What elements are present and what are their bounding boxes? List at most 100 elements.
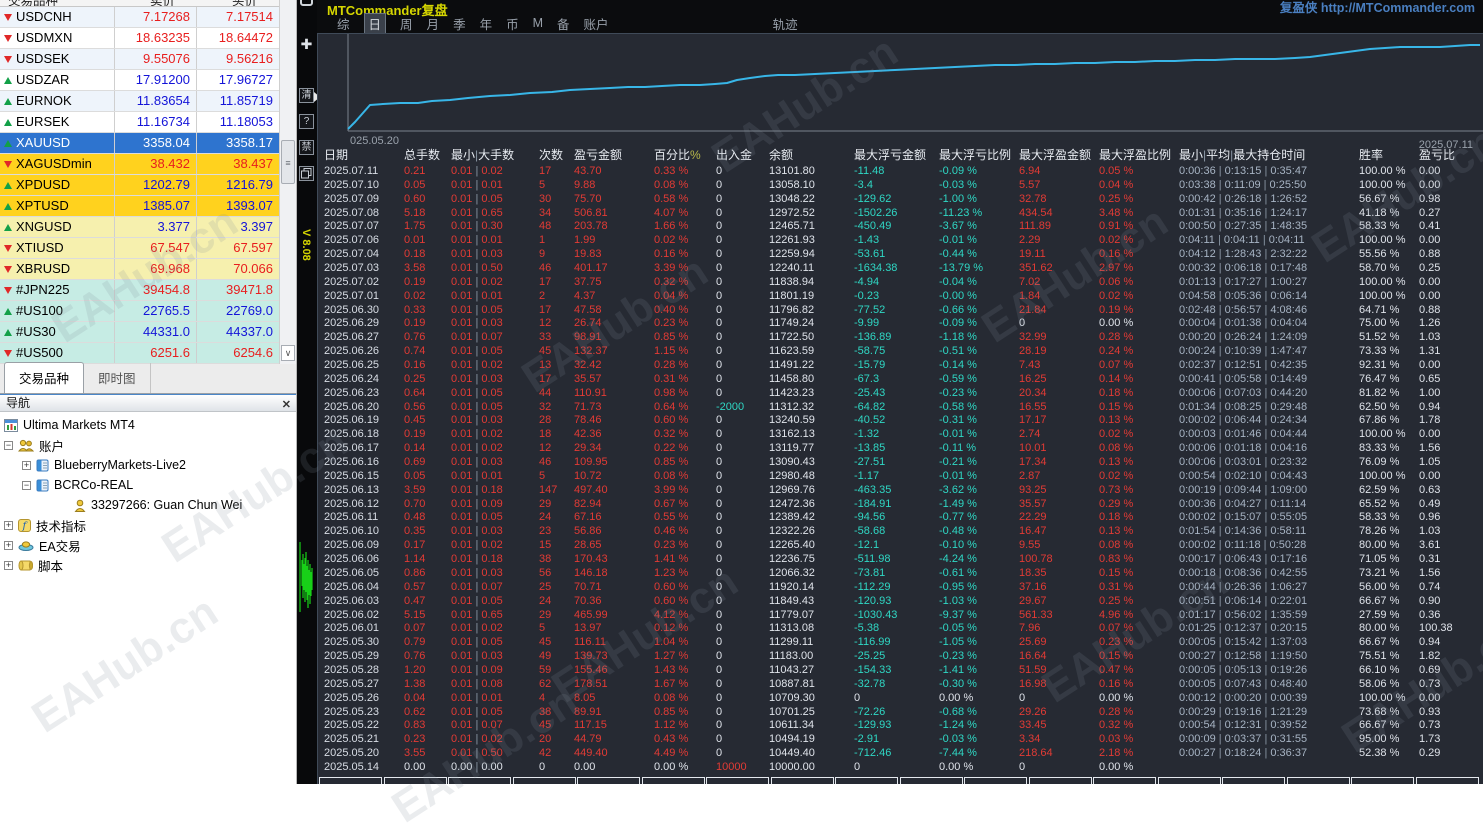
table-row[interactable]: 2025.05.30 0.79 0.01 | 0.05 45 116.11 1.04 % 0… (318, 636, 1482, 650)
market-row-XTIUSD[interactable]: XTIUSD 67.547 67.597 (0, 238, 280, 259)
table-row[interactable]: 2025.06.19 0.45 0.01 | 0.03 28 78.46 0.60 % 0 1… (318, 414, 1482, 428)
table-row[interactable]: 2025.07.01 0.02 0.01 | 0.01 2 4.37 0.04 % 0 118… (318, 290, 1482, 304)
market-row-XAGUSDmin[interactable]: XAGUSDmin 38.432 38.437 (0, 154, 280, 175)
market-row-#US30[interactable]: #US30 44331.0 44337.0 (0, 322, 280, 343)
market-row-#US500[interactable]: #US500 6251.6 6254.6 (0, 343, 280, 364)
window-icon[interactable] (300, 0, 313, 6)
table-row[interactable]: 2025.06.13 3.59 0.01 | 0.18 147 497.40 3.99 %… (318, 484, 1482, 498)
table-row[interactable]: 2025.07.02 0.19 0.01 | 0.02 17 37.75 0.32 % 0 1… (318, 276, 1482, 290)
expand-icon[interactable]: + (4, 520, 13, 530)
table-row[interactable]: 2025.07.06 0.01 0.01 | 0.01 1 1.99 0.02 % 0 122… (318, 234, 1482, 248)
market-row-USDZAR[interactable]: USDZAR 17.91200 17.96727 (0, 70, 280, 91)
tool-周[interactable]: 周 (400, 14, 413, 33)
collapse-icon[interactable]: − (22, 480, 31, 490)
table-row[interactable]: 2025.05.20 3.55 0.01 | 0.50 42 449.40 4.49 % 0… (318, 747, 1482, 761)
close-icon[interactable]: ✕ (282, 397, 291, 414)
market-row-USDSEK[interactable]: USDSEK 9.55076 9.56216 (0, 49, 280, 70)
tree-item-33297266: Guan Chun Wei[interactable]: 33297266: Guan Chun Wei (0, 495, 296, 515)
table-row[interactable]: 2025.06.29 0.19 0.01 | 0.03 12 26.74 0.23 % 0 1… (318, 317, 1482, 331)
table-row[interactable]: 2025.06.10 0.35 0.01 | 0.03 23 56.86 0.46 % 0 1… (318, 525, 1482, 539)
table-row[interactable]: 2025.06.26 0.74 0.01 | 0.05 45 132.37 1.15 % 0… (318, 345, 1482, 359)
table-row[interactable]: 2025.05.23 0.62 0.01 | 0.05 38 89.91 0.85 % 0 1… (318, 706, 1482, 720)
table-row[interactable]: 2025.06.05 0.86 0.01 | 0.03 56 146.18 1.23 % 0… (318, 567, 1482, 581)
tree-item-BlueberryMarkets-Live2[interactable]: + BlueberryMarkets-Live2 (0, 455, 296, 475)
table-row[interactable]: 2025.06.01 0.07 0.01 | 0.02 5 13.97 0.12 % 0 11… (318, 622, 1482, 636)
help-button[interactable]: ? (299, 114, 314, 129)
market-row-EURNOK[interactable]: EURNOK 11.83654 11.85719 (0, 91, 280, 112)
table-row[interactable]: 2025.07.11 0.21 0.01 | 0.02 17 43.70 0.33 % 0 1… (318, 165, 1482, 179)
scrollbar-thumb[interactable]: ≡ (281, 140, 295, 184)
expand-icon[interactable]: + (4, 560, 13, 570)
tool-季[interactable]: 季 (453, 14, 466, 33)
navigator-header[interactable]: 导航 ✕ (0, 394, 296, 412)
table-row[interactable]: 2025.06.09 0.17 0.01 | 0.02 15 28.65 0.23 % 0 1… (318, 539, 1482, 553)
market-row-#JPN225[interactable]: #JPN225 39454.8 39471.8 (0, 280, 280, 301)
clear-button[interactable]: 清 (299, 88, 314, 103)
tool-年[interactable]: 年 (480, 14, 493, 33)
tool-M[interactable]: M (533, 16, 543, 30)
market-row-XNGUSD[interactable]: XNGUSD 3.377 3.397 (0, 217, 280, 238)
table-row[interactable]: 2025.06.17 0.14 0.01 | 0.02 12 29.34 0.22 % 0 1… (318, 442, 1482, 456)
market-row-XPDUSD[interactable]: XPDUSD 1202.79 1216.79 (0, 175, 280, 196)
table-row[interactable]: 2025.07.08 5.18 0.01 | 0.65 34 506.81 4.07 % 0… (318, 207, 1482, 221)
table-row[interactable]: 2025.07.04 0.18 0.01 | 0.03 9 19.83 0.16 % 0 12… (318, 248, 1482, 262)
market-row-USDCNH[interactable]: USDCNH 7.17268 7.17514 (0, 7, 280, 28)
table-row[interactable]: 2025.05.29 0.76 0.01 | 0.03 49 139.73 1.27 % 0… (318, 650, 1482, 664)
tree-item-EA交易[interactable]: + EA交易 (0, 535, 296, 555)
table-row[interactable]: 2025.07.09 0.60 0.01 | 0.05 30 75.70 0.58 % 0 1… (318, 193, 1482, 207)
tool-轨迹[interactable]: 轨迹 (773, 14, 798, 33)
tool-月[interactable]: 月 (427, 14, 440, 33)
collapse-icon[interactable]: − (4, 440, 13, 450)
table-row[interactable]: 2025.06.03 0.47 0.01 | 0.05 24 70.36 0.60 % 0 1… (318, 595, 1482, 609)
table-row[interactable]: 2025.05.22 0.83 0.01 | 0.07 45 117.15 1.12 % 0… (318, 719, 1482, 733)
table-row[interactable]: 2025.06.25 0.16 0.01 | 0.02 13 32.42 0.28 % 0 1… (318, 359, 1482, 373)
table-row[interactable]: 2025.06.24 0.25 0.01 | 0.03 17 35.57 0.31 % 0 1… (318, 373, 1482, 387)
market-row-XAUUSD[interactable]: XAUUSD 3358.04 3358.17 (0, 133, 280, 154)
tree-item-BCRCo-REAL[interactable]: − BCRCo-REAL (0, 475, 296, 495)
scrollbar-down-button[interactable]: ∨ (281, 345, 295, 361)
table-row[interactable]: 2025.06.27 0.76 0.01 | 0.07 33 98.91 0.85 % 0 1… (318, 331, 1482, 345)
table-row[interactable]: 2025.07.03 3.58 0.01 | 0.50 46 401.17 3.39 % 0… (318, 262, 1482, 276)
table-row[interactable]: 2025.06.11 0.48 0.01 | 0.05 24 67.16 0.55 % 0 1… (318, 511, 1482, 525)
tool-日[interactable]: 日 (363, 12, 387, 34)
table-row[interactable]: 2025.06.18 0.19 0.01 | 0.02 18 42.36 0.32 % 0 1… (318, 428, 1482, 442)
tool-综[interactable]: 综 (337, 14, 350, 33)
move-tool[interactable]: ✚ (299, 37, 314, 53)
market-row-USDMXN[interactable]: USDMXN 18.63235 18.64472 (0, 28, 280, 49)
expand-icon[interactable]: + (4, 540, 13, 550)
market-row-#US100[interactable]: #US100 22765.5 22769.0 (0, 301, 280, 322)
restore-button[interactable] (299, 166, 314, 181)
table-row[interactable]: 2025.05.21 0.23 0.01 | 0.02 20 44.79 0.43 % 0 1… (318, 733, 1482, 747)
disable-button[interactable]: 禁 (299, 140, 314, 155)
table-row[interactable]: 2025.05.28 1.20 0.01 | 0.09 59 155.46 1.43 % 0… (318, 664, 1482, 678)
tool-币[interactable]: 币 (506, 14, 519, 33)
market-row-XPTUSD[interactable]: XPTUSD 1385.07 1393.07 (0, 196, 280, 217)
market-watch-scrollbar[interactable]: ≡ ∨ (279, 0, 296, 364)
tree-item-账户[interactable]: − 账户 (0, 435, 296, 455)
tab-交易品种[interactable]: 交易品种 (4, 362, 85, 393)
tree-item-脚本[interactable]: + 脚本 (0, 555, 296, 575)
table-row[interactable]: 2025.07.07 1.75 0.01 | 0.30 48 203.78 1.66 % 0… (318, 220, 1482, 234)
table-row[interactable]: 2025.06.02 5.15 0.01 | 0.65 29 465.99 4.12 % 0… (318, 609, 1482, 623)
market-row-EURSEK[interactable]: EURSEK 11.16734 11.18053 (0, 112, 280, 133)
table-row[interactable]: 2025.06.15 0.05 0.01 | 0.01 5 10.72 0.08 % 0 12… (318, 470, 1482, 484)
tree-item-技术指标[interactable]: + f 技术指标 (0, 515, 296, 535)
table-row[interactable]: 2025.05.14 0.00 0.00 | 0.00 0 0.00 0.00 % 1000… (318, 761, 1482, 775)
tree-item-Ultima Markets MT4[interactable]: Ultima Markets MT4 (0, 415, 296, 435)
tool-账户[interactable]: 账户 (584, 14, 609, 33)
brand-link[interactable]: 复盈侠 http://MTCommander.com (1280, 0, 1475, 16)
table-row[interactable]: 2025.06.30 0.33 0.01 | 0.05 17 47.58 0.40 % 0 1… (318, 304, 1482, 318)
market-row-XBRUSD[interactable]: XBRUSD 69.968 70.066 (0, 259, 280, 280)
table-row[interactable]: 2025.06.23 0.64 0.01 | 0.05 44 110.91 0.98 % 0… (318, 387, 1482, 401)
table-row[interactable]: 2025.06.04 0.57 0.01 | 0.07 25 70.71 0.60 % 0 1… (318, 581, 1482, 595)
tab-即时图[interactable]: 即时图 (84, 363, 151, 393)
table-row[interactable]: 2025.06.06 1.14 0.01 | 0.18 38 170.43 1.41 % 0… (318, 553, 1482, 567)
tool-备[interactable]: 备 (557, 14, 570, 33)
table-row[interactable]: 2025.06.16 0.69 0.01 | 0.03 46 109.95 0.85 % 0… (318, 456, 1482, 470)
table-row[interactable]: 2025.06.12 0.70 0.01 | 0.09 29 82.94 0.67 % 0 1… (318, 498, 1482, 512)
expand-icon[interactable]: + (22, 460, 31, 470)
table-row[interactable]: 2025.07.10 0.05 0.01 | 0.01 5 9.88 0.08 % 0 130… (318, 179, 1482, 193)
table-row[interactable]: 2025.06.20 0.56 0.01 | 0.05 32 71.73 0.64 % -2… (318, 401, 1482, 415)
table-row[interactable]: 2025.05.27 1.38 0.01 | 0.08 62 178.51 1.67 % 0… (318, 678, 1482, 692)
table-row[interactable]: 2025.05.26 0.04 0.01 | 0.01 4 8.05 0.08 % 0 107… (318, 692, 1482, 706)
